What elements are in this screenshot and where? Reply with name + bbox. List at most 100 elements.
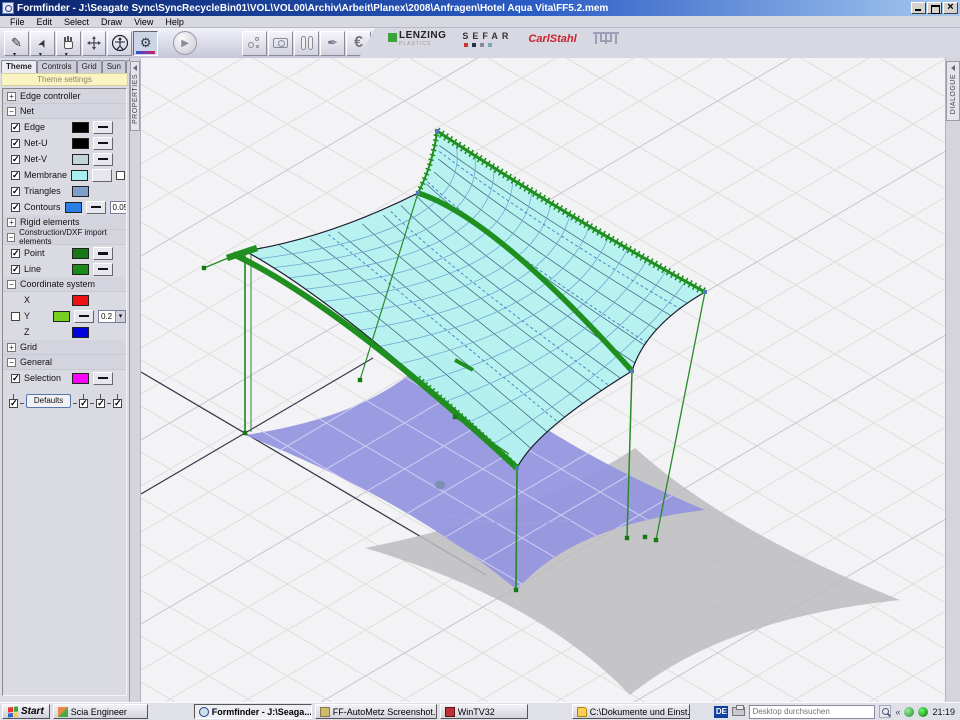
collapse-arrow-icon xyxy=(951,65,955,71)
columns-button[interactable] xyxy=(294,31,319,56)
draw-tool-button[interactable]: ✎ xyxy=(4,31,29,56)
maximize-button[interactable] xyxy=(927,2,942,14)
taskbar-window-formfinder[interactable]: Formfinder - J:\Seaga... xyxy=(194,704,312,719)
tab-grid[interactable]: Grid xyxy=(77,60,102,73)
tray-icon-sync[interactable] xyxy=(904,707,914,717)
contours-linestyle-button[interactable] xyxy=(86,201,106,214)
contours-checkbox[interactable] xyxy=(11,203,20,212)
menu-view[interactable]: View xyxy=(128,17,159,27)
x-color-swatch[interactable] xyxy=(72,295,89,306)
section-grid[interactable]: + Grid xyxy=(3,340,126,355)
net-u-linestyle-button[interactable] xyxy=(93,137,113,150)
triangles-color-swatch[interactable] xyxy=(72,186,89,197)
row-label: Triangles xyxy=(24,186,68,196)
edge-color-swatch[interactable] xyxy=(72,122,89,133)
theme-settings-button[interactable]: ⚙ xyxy=(133,31,158,56)
menu-file[interactable]: File xyxy=(4,17,31,27)
menu-help[interactable]: Help xyxy=(159,17,190,27)
snapshot-button[interactable] xyxy=(268,31,293,56)
collapse-icon[interactable]: − xyxy=(7,107,16,116)
expand-icon[interactable]: + xyxy=(7,218,16,227)
line-checkbox[interactable] xyxy=(11,265,20,274)
tray-icon-status[interactable] xyxy=(918,707,928,717)
edge-checkbox[interactable] xyxy=(11,123,20,132)
expand-icon[interactable]: + xyxy=(7,343,16,352)
formfinder-man-button[interactable] xyxy=(107,31,132,56)
menu-edit[interactable]: Edit xyxy=(31,17,59,27)
section-general[interactable]: − General xyxy=(3,355,126,370)
select-tool-button[interactable]: ➤ xyxy=(30,31,55,56)
pan-tool-button[interactable] xyxy=(56,31,81,56)
minimize-button[interactable] xyxy=(911,2,926,14)
point-color-swatch[interactable] xyxy=(72,248,89,259)
selection-color-swatch[interactable] xyxy=(72,373,89,384)
section-coordinate-system[interactable]: − Coordinate system xyxy=(3,277,126,292)
triangles-checkbox[interactable] xyxy=(11,187,20,196)
tray-expand-chevron[interactable] xyxy=(895,707,900,717)
tab-theme[interactable]: Theme xyxy=(1,60,37,73)
defaults-checkbox-3[interactable] xyxy=(96,399,105,408)
point-style-button[interactable] xyxy=(93,247,113,260)
desktop-search-input[interactable] xyxy=(749,705,875,719)
defaults-button[interactable]: Defaults xyxy=(26,394,71,408)
euro-icon: € xyxy=(354,34,363,52)
section-net[interactable]: − Net xyxy=(3,104,126,119)
collapse-icon[interactable]: − xyxy=(7,280,16,289)
membrane-color-swatch[interactable] xyxy=(71,170,88,181)
printer-icon[interactable] xyxy=(732,707,745,716)
collapse-icon[interactable]: − xyxy=(7,233,15,242)
menu-draw[interactable]: Draw xyxy=(95,17,128,27)
play-button[interactable]: ▶ xyxy=(173,31,197,55)
contours-step-dropdown[interactable]: 0.05 xyxy=(110,201,127,214)
sketch-button[interactable]: ✒ xyxy=(320,31,345,56)
carlstahl-logo: CarlStahl xyxy=(528,33,576,45)
membrane-on-checkbox[interactable] xyxy=(116,171,125,180)
section-edge-controller[interactable]: + Edge controller xyxy=(3,89,126,104)
close-button[interactable] xyxy=(943,2,958,14)
search-icon[interactable] xyxy=(879,705,891,718)
y-checkbox[interactable] xyxy=(11,312,20,321)
net-u-color-swatch[interactable] xyxy=(72,138,89,149)
membrane-style-button[interactable] xyxy=(92,169,112,182)
z-color-swatch[interactable] xyxy=(72,327,89,338)
edge-linestyle-button[interactable] xyxy=(93,121,113,134)
selection-style-button[interactable] xyxy=(93,372,113,385)
net-v-checkbox[interactable] xyxy=(11,155,20,164)
selection-checkbox[interactable] xyxy=(11,374,20,383)
sefar-logo-text: SEFAR xyxy=(462,32,512,41)
membrane-checkbox[interactable] xyxy=(11,171,20,180)
taskbar-window-autometz[interactable]: FF-AutoMetz Screenshot... xyxy=(315,704,437,719)
properties-tab[interactable]: PROPERTIES xyxy=(130,61,140,131)
start-button[interactable]: Start xyxy=(2,704,50,719)
line-style-button[interactable] xyxy=(93,263,113,276)
net-v-color-swatch[interactable] xyxy=(72,154,89,165)
defaults-checkbox-1[interactable] xyxy=(9,399,18,408)
contours-color-swatch[interactable] xyxy=(65,202,82,213)
menu-select[interactable]: Select xyxy=(58,17,95,27)
taskbar-window-wintv[interactable]: WinTV32 xyxy=(440,704,528,719)
model-viewport[interactable] xyxy=(141,58,945,702)
net-v-linestyle-button[interactable] xyxy=(93,153,113,166)
toolbar-plate: ✎ ➤ ⚙ ▶ xyxy=(0,28,375,58)
tab-sun[interactable]: Sun xyxy=(102,60,126,73)
lenzing-logo-subtext: PLASTICS xyxy=(399,41,446,47)
particles-button[interactable] xyxy=(242,31,267,56)
net-u-checkbox[interactable] xyxy=(11,139,20,148)
collapse-icon[interactable]: − xyxy=(7,358,16,367)
dialogue-tab[interactable]: DIALOGUE xyxy=(946,61,960,121)
expand-icon[interactable]: + xyxy=(7,92,16,101)
defaults-checkbox-2[interactable] xyxy=(79,399,88,408)
defaults-checkbox-4[interactable] xyxy=(113,399,122,408)
line-color-swatch[interactable] xyxy=(72,264,89,275)
section-construction[interactable]: − Construction/DXF import elements xyxy=(3,230,126,245)
language-indicator[interactable]: DE xyxy=(714,706,728,718)
point-checkbox[interactable] xyxy=(11,249,20,258)
taskbar-window-dokumente[interactable]: C:\Dokumente und Einst... xyxy=(572,704,690,719)
y-scale-dropdown[interactable]: 0.2 xyxy=(98,310,126,323)
cost-button[interactable]: € xyxy=(346,31,371,56)
y-color-swatch[interactable] xyxy=(53,311,70,322)
taskbar-window-scia[interactable]: Scia Engineer xyxy=(53,704,148,719)
transform-tool-button[interactable] xyxy=(82,31,107,56)
tab-controls[interactable]: Controls xyxy=(37,60,77,73)
y-style-button[interactable] xyxy=(74,310,94,323)
